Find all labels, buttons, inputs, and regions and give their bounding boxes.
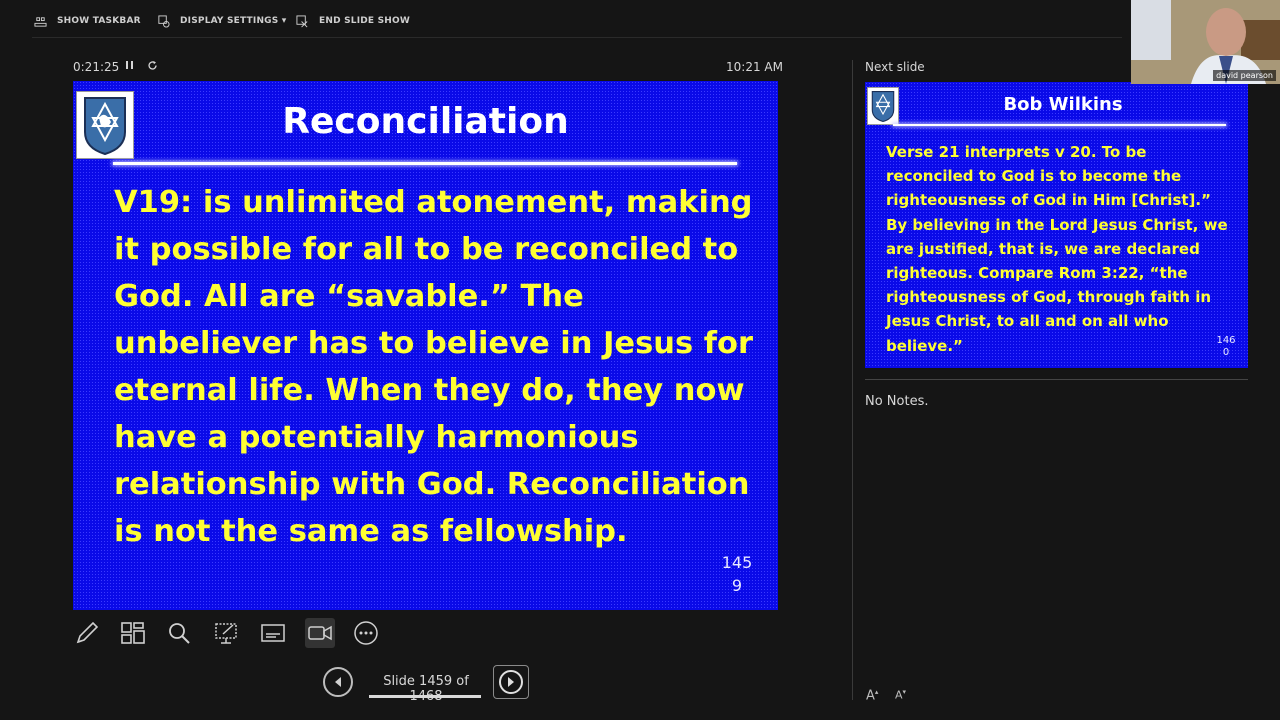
end-slide-show-label: END SLIDE SHOW: [319, 16, 410, 26]
toolbar-divider: [32, 37, 1122, 38]
display-settings-label: DISPLAY SETTINGS ▾: [180, 16, 287, 26]
elapsed-timer: 0:21:25: [73, 60, 120, 74]
pen-icon: [76, 621, 99, 644]
subtitles-button[interactable]: [258, 618, 288, 648]
chevron-right-icon: [508, 677, 514, 687]
slide-number-line-1: 145: [721, 553, 753, 572]
slide-counter[interactable]: Slide 1459 of 1468: [369, 674, 483, 704]
display-settings-button[interactable]: DISPLAY SETTINGS ▾: [157, 12, 287, 30]
next-slide-logo: [867, 87, 899, 125]
pointer-options-icon: [215, 623, 237, 644]
slide-progress-bar: [369, 695, 481, 698]
next-slide-title: Bob Wilkins: [1003, 94, 1123, 115]
zoom-button[interactable]: [164, 618, 194, 648]
camera-button[interactable]: [305, 618, 335, 648]
slide-number: 145 9: [717, 551, 757, 597]
webcam-feed: david pearson: [1131, 0, 1280, 84]
more-options-icon: [354, 621, 378, 645]
more-options-button[interactable]: [351, 618, 381, 648]
next-slide-label: Next slide: [865, 60, 925, 74]
slide-title: Reconciliation: [282, 101, 569, 142]
next-slide-preview[interactable]: Bob Wilkins Verse 21 interprets v 20. To…: [865, 82, 1248, 368]
see-all-slides-button[interactable]: [118, 618, 148, 648]
next-title-rule: [893, 124, 1226, 126]
increase-font-label: A: [866, 688, 875, 704]
increase-font-button[interactable]: A▴: [866, 688, 878, 703]
see-all-slides-icon: [121, 622, 145, 644]
chevron-left-icon: [335, 677, 341, 687]
slide-body-text: V19: is unlimited atonement, making it p…: [114, 185, 754, 549]
show-taskbar-label: SHOW TASKBAR: [57, 16, 141, 26]
taskbar-icon: [34, 16, 47, 27]
current-slide[interactable]: Reconciliation V19: is unlimited atoneme…: [73, 81, 778, 610]
camera-icon: [308, 625, 332, 641]
pen-tool-button[interactable]: [72, 618, 102, 648]
pointer-options-button[interactable]: [211, 618, 241, 648]
show-taskbar-button[interactable]: SHOW TASKBAR: [34, 12, 141, 30]
title-rule: [113, 162, 737, 165]
zoom-icon: [169, 623, 190, 644]
end-show-icon: [296, 14, 308, 27]
next-slide-body-text: Verse 21 interprets v 20. To be reconcil…: [886, 143, 1228, 355]
display-settings-icon: [158, 14, 170, 28]
webcam-participant-name: david pearson: [1213, 70, 1276, 81]
panel-divider: [852, 60, 853, 700]
previous-slide-button[interactable]: [323, 667, 353, 697]
notes-divider: [865, 379, 1248, 380]
next-slide-number-line-1: 146: [1216, 335, 1236, 346]
next-slide-button[interactable]: [493, 665, 529, 699]
decrease-font-button[interactable]: A▾: [895, 688, 906, 702]
restart-timer-icon[interactable]: [147, 60, 158, 74]
subtitles-icon: [261, 624, 285, 642]
speaker-notes: No Notes.: [865, 394, 929, 409]
slide-number-line-2: 9: [731, 576, 743, 595]
pause-icon[interactable]: [125, 60, 134, 73]
decrease-font-label: A: [895, 688, 903, 702]
next-slide-number: 146 0: [1211, 335, 1241, 359]
next-circle: [499, 670, 523, 694]
end-slide-show-button[interactable]: END SLIDE SHOW: [296, 12, 410, 30]
clock: 10:21 AM: [726, 60, 783, 74]
next-slide-number-line-2: 0: [1222, 347, 1230, 358]
